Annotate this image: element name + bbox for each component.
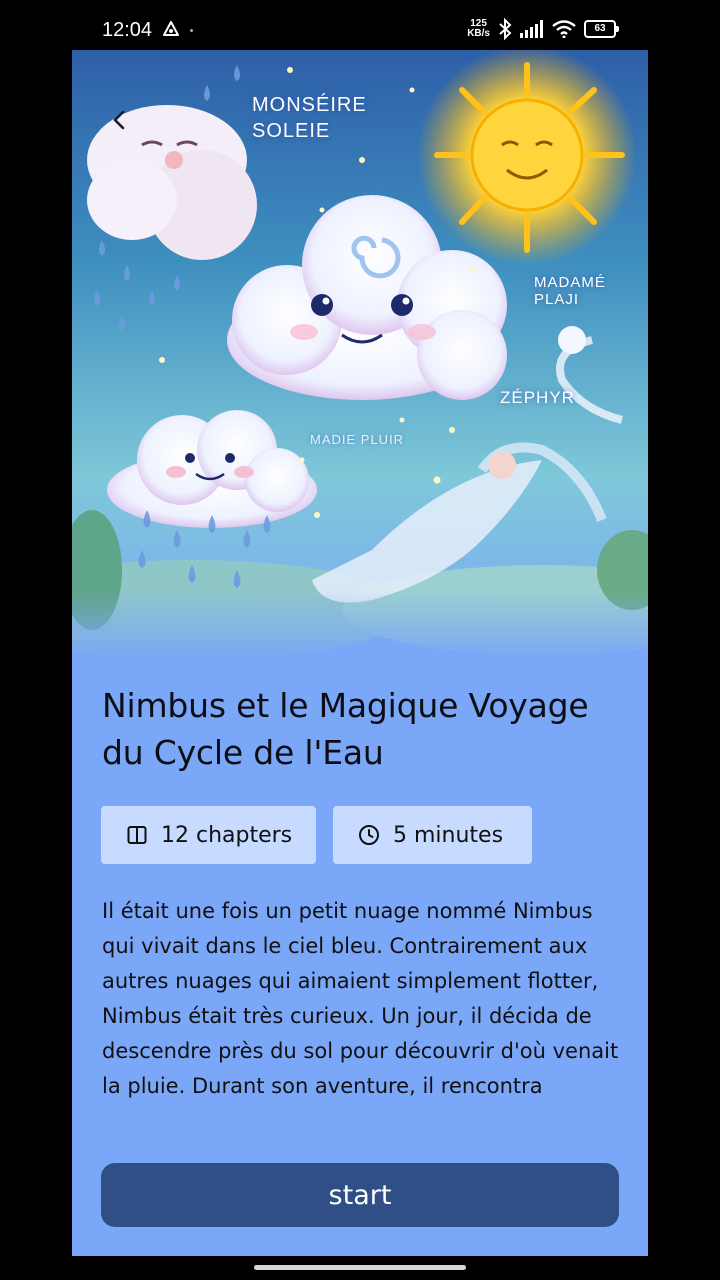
- story-title: Nimbus et le Magique Voyage du Cycle de …: [102, 686, 589, 772]
- story-screen: MONSÉIRE SOLEIE MADAMÉ PLAJI ZÉPHYR MADI…: [72, 50, 648, 1256]
- status-dot: [190, 29, 193, 32]
- status-right: 125 KB/s 63: [467, 16, 619, 42]
- clock-icon: [359, 825, 379, 845]
- book-icon: [127, 826, 147, 844]
- story-cover-illustration: MONSÉIRE SOLEIE MADAMÉ PLAJI ZÉPHYR MADI…: [72, 50, 648, 660]
- rain-label: MADAMÉ PLAJI: [534, 274, 606, 308]
- story-description: Il était une fois un petit nuage nommé N…: [102, 899, 619, 1098]
- chapters-chip: 12 chapters: [101, 806, 316, 864]
- home-indicator[interactable]: [254, 1265, 466, 1270]
- small-cloud-label: MADIE PLUIR: [310, 432, 405, 447]
- bluetooth-icon: [499, 18, 512, 40]
- battery-icon: 63: [584, 20, 619, 38]
- duration-chip: 5 minutes: [333, 806, 532, 864]
- signal-icon: [520, 20, 543, 38]
- chapters-count: 12 chapters: [161, 822, 293, 848]
- duration-value: 5 minutes: [393, 822, 504, 848]
- network-speed-unit: KB/s: [467, 28, 490, 39]
- wind-label: ZÉPHYR: [500, 388, 575, 407]
- sun-label: MONSÉIRE SOLEIE: [252, 94, 367, 142]
- notification-icon: [163, 21, 179, 36]
- back-button[interactable]: [102, 102, 138, 138]
- start-button[interactable]: start: [101, 1163, 619, 1227]
- wifi-icon: [552, 20, 576, 38]
- network-speed: 125 KB/s: [467, 19, 490, 39]
- status-time: 12:04: [102, 19, 153, 41]
- sun-character: [417, 50, 637, 265]
- status-bar: 12:04 125 KB/s 63: [0, 0, 720, 50]
